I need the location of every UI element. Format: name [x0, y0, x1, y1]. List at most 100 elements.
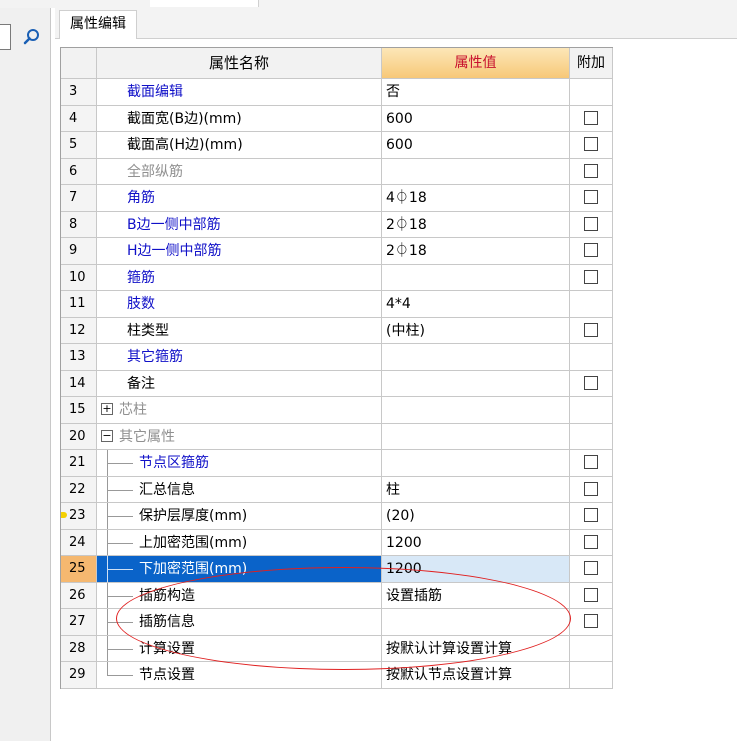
property-value[interactable]: (中柱) — [382, 317, 570, 344]
property-row[interactable]: 6 全部纵筋 — [61, 158, 613, 185]
property-row[interactable]: 5 截面高(H边)(mm) 600 — [61, 132, 613, 159]
property-row[interactable]: 10 箍筋 — [61, 264, 613, 291]
extra-checkbox[interactable] — [584, 216, 598, 231]
search-button[interactable] — [20, 25, 44, 49]
property-value[interactable]: 按默认节点设置计算 — [382, 662, 570, 689]
extra-checkbox[interactable] — [584, 269, 598, 284]
extra-checkbox[interactable] — [584, 481, 598, 496]
extra-checkbox[interactable] — [584, 587, 598, 602]
property-value[interactable]: 1200 — [382, 529, 570, 556]
property-row[interactable]: 12 柱类型 (中柱) — [61, 317, 613, 344]
property-row[interactable]: 7 角筋 4⏀18 — [61, 185, 613, 212]
extra-checkbox[interactable] — [584, 190, 598, 204]
property-name-cell[interactable]: 箍筋 — [97, 264, 382, 291]
property-value[interactable] — [382, 609, 570, 636]
property-name-cell[interactable]: 截面宽(B边)(mm) — [97, 105, 382, 132]
property-name-cell[interactable]: 截面高(H边)(mm) — [97, 132, 382, 159]
property-value[interactable]: 600 — [382, 105, 570, 132]
extra-checkbox[interactable] — [584, 561, 598, 575]
property-row[interactable]: 27 插筋信息 — [61, 609, 613, 636]
property-name-cell[interactable]: 节点区箍筋 — [97, 450, 382, 477]
property-row[interactable]: 9 H边一侧中部筋 2⏀18 — [61, 238, 613, 265]
property-name-cell[interactable]: 柱类型 — [97, 317, 382, 344]
extra-checkbox[interactable] — [584, 455, 598, 469]
expand-icon[interactable]: + — [101, 403, 113, 415]
property-row[interactable]: 22 汇总信息 柱 — [61, 476, 613, 503]
property-value[interactable]: 2⏀18 — [382, 211, 570, 238]
property-row[interactable]: 14 备注 — [61, 370, 613, 397]
property-name-cell[interactable]: B边一侧中部筋 — [97, 211, 382, 238]
property-name-cell[interactable]: 插筋构造 — [97, 582, 382, 609]
property-value[interactable] — [382, 423, 570, 450]
property-value[interactable]: 2⏀18 — [382, 238, 570, 265]
property-name: 保护层厚度(mm) — [139, 508, 248, 524]
collapse-icon[interactable]: − — [101, 429, 113, 442]
extra-checkbox[interactable] — [584, 243, 598, 257]
property-value[interactable]: 600 — [382, 132, 570, 159]
property-row[interactable]: 15 + 芯柱 — [61, 397, 613, 424]
property-name-cell[interactable]: 备注 — [97, 370, 382, 397]
property-name-cell[interactable]: − 其它属性 — [97, 423, 382, 450]
property-row[interactable]: 13 其它箍筋 — [61, 344, 613, 371]
property-value[interactable]: 1200 — [382, 556, 570, 583]
property-name-cell[interactable]: 截面编辑 — [97, 79, 382, 106]
property-value[interactable] — [382, 450, 570, 477]
property-row[interactable]: 11 肢数 4*4 — [61, 291, 613, 318]
property-value[interactable]: 设置插筋 — [382, 582, 570, 609]
property-row[interactable]: 3 截面编辑 否 — [61, 79, 613, 106]
row-number: 28 — [61, 635, 97, 662]
property-value[interactable]: (20) — [382, 503, 570, 530]
property-row[interactable]: 26 插筋构造 设置插筋 — [61, 582, 613, 609]
property-value[interactable] — [382, 344, 570, 371]
property-value[interactable]: 4*4 — [382, 291, 570, 318]
property-value[interactable] — [382, 158, 570, 185]
search-input[interactable] — [0, 24, 11, 50]
property-name-cell[interactable]: 上加密范围(mm) — [97, 529, 382, 556]
property-name-cell[interactable]: 节点设置 — [97, 662, 382, 689]
extra-checkbox[interactable] — [584, 508, 598, 522]
extra-checkbox[interactable] — [584, 614, 598, 628]
extra-checkbox[interactable] — [584, 534, 598, 549]
property-name-cell[interactable]: H边一侧中部筋 — [97, 238, 382, 265]
property-name-cell[interactable]: 其它箍筋 — [97, 344, 382, 371]
property-row[interactable]: 4 截面宽(B边)(mm) 600 — [61, 105, 613, 132]
extra-checkbox[interactable] — [584, 322, 598, 337]
property-row[interactable]: 21 节点区箍筋 — [61, 450, 613, 477]
header-name[interactable]: 属性名称 — [97, 48, 382, 79]
extra-checkbox[interactable] — [584, 110, 598, 125]
tab-strip: 属性编辑 — [55, 8, 737, 40]
property-row[interactable]: 24 上加密范围(mm) 1200 — [61, 529, 613, 556]
header-extra[interactable]: 附加 — [570, 48, 613, 79]
property-name-cell[interactable]: 保护层厚度(mm) — [97, 503, 382, 530]
property-row[interactable]: 28 计算设置 按默认计算设置计算 — [61, 635, 613, 662]
property-name-cell[interactable]: 全部纵筋 — [97, 158, 382, 185]
property-name-cell[interactable]: + 芯柱 — [97, 397, 382, 424]
property-name-cell[interactable]: 下加密范围(mm) — [97, 556, 382, 583]
row-number: 21 — [61, 450, 97, 477]
row-number: 25 — [61, 556, 97, 583]
property-value[interactable] — [382, 397, 570, 424]
extra-cell — [570, 476, 613, 503]
header-value[interactable]: 属性值 — [382, 48, 570, 79]
extra-checkbox[interactable] — [584, 163, 598, 178]
property-value[interactable]: 柱 — [382, 476, 570, 503]
property-value[interactable] — [382, 264, 570, 291]
property-value[interactable]: 按默认计算设置计算 — [382, 635, 570, 662]
row-number: 6 — [61, 158, 97, 185]
property-name-cell[interactable]: 汇总信息 — [97, 476, 382, 503]
property-row[interactable]: 8 B边一侧中部筋 2⏀18 — [61, 211, 613, 238]
property-value[interactable]: 4⏀18 — [382, 185, 570, 212]
property-value[interactable] — [382, 370, 570, 397]
property-value[interactable]: 否 — [382, 79, 570, 106]
property-row[interactable]: 23 保护层厚度(mm) (20) — [61, 503, 613, 530]
property-name-cell[interactable]: 角筋 — [97, 185, 382, 212]
property-name-cell[interactable]: 插筋信息 — [97, 609, 382, 636]
property-row[interactable]: 29 节点设置 按默认节点设置计算 — [61, 662, 613, 689]
tab-property-edit[interactable]: 属性编辑 — [59, 10, 137, 40]
extra-checkbox[interactable] — [584, 137, 598, 151]
property-name-cell[interactable]: 计算设置 — [97, 635, 382, 662]
property-row[interactable]: 25 下加密范围(mm) 1200 — [61, 556, 613, 583]
property-row[interactable]: 20− 其它属性 — [61, 423, 613, 450]
extra-checkbox[interactable] — [584, 375, 598, 390]
property-name-cell[interactable]: 肢数 — [97, 291, 382, 318]
